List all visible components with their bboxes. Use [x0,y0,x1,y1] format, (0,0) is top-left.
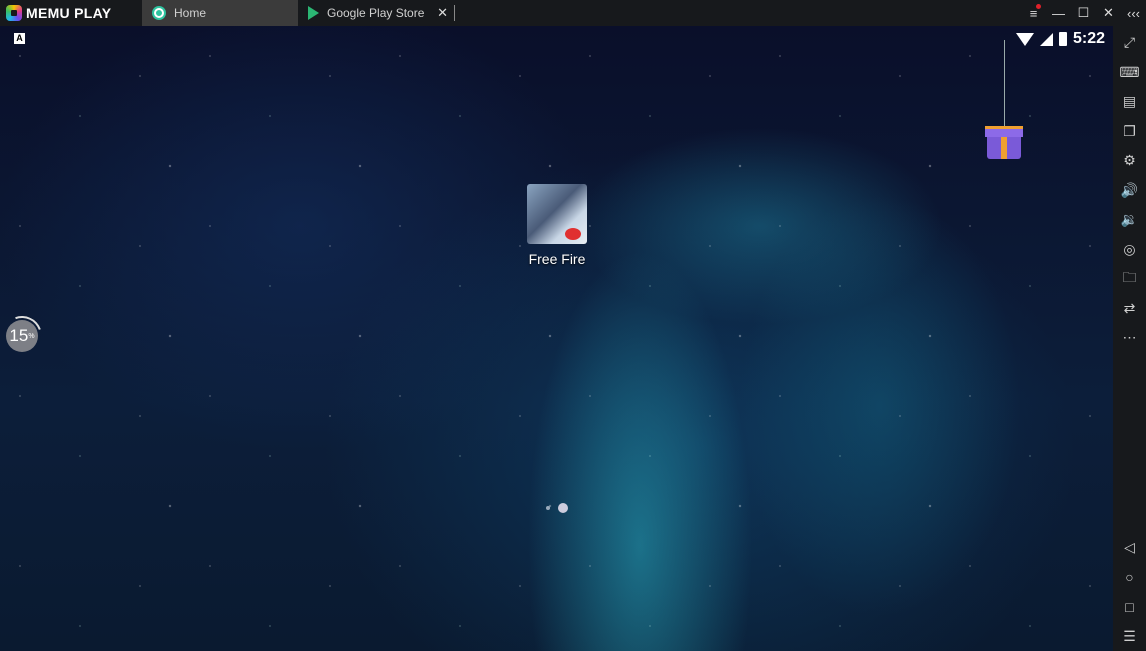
multi-window-icon: ❐ [1123,122,1136,139]
tab-divider [454,5,455,21]
memu-logo: MEMU PLAY [0,5,142,21]
page-dot-active [558,503,568,513]
menu-button[interactable]: ≡ [1021,3,1046,21]
rotate-button[interactable]: ⇄ [1113,294,1146,324]
keyboard-indicator-icon: A [14,33,25,44]
app-free-fire[interactable]: Free Fire [522,184,592,267]
fullscreen-icon: ⤢ [1123,34,1136,51]
collapse-sidebar-button[interactable]: ‹‹‹ [1121,6,1146,21]
folder-icon: 🗀 [1122,268,1137,285]
home-app-icon [152,6,166,20]
signal-icon [1039,32,1053,46]
gift-icon[interactable] [985,126,1023,159]
memu-logo-icon [6,5,22,21]
settings-button[interactable]: ⚙ [1113,146,1146,176]
wallpaper [0,26,1113,651]
home-icon: ○ [1125,569,1134,586]
brand-name: MEMU PLAY [26,5,112,21]
more-icon: ⋯ [1122,329,1137,346]
more-button[interactable]: ⋯ [1113,323,1146,353]
page-dot [546,506,550,510]
tab-label: Google Play Store [327,6,425,20]
maximize-button[interactable]: ☐ [1071,5,1096,21]
fullscreen-button[interactable]: ⤢ [1113,28,1146,58]
rotate-icon: ⇄ [1123,299,1136,316]
close-tab-icon[interactable]: ✕ [437,5,448,21]
folder-button[interactable]: 🗀 [1113,264,1146,294]
battery-icon [1058,32,1067,46]
tab-label: Home [174,6,207,20]
progress-value: 15 [9,326,29,345]
home-button[interactable]: ○ [1113,563,1146,593]
clock: 5:22 [1072,30,1105,47]
multi-window-button[interactable]: ❐ [1113,117,1146,147]
tab-home[interactable]: Home [142,0,298,26]
status-bar: 5:22 [1015,30,1105,48]
recents-button[interactable]: □ [1113,592,1146,622]
gamepad-icon: ▤ [1122,93,1137,110]
title-bar: MEMU PLAY Home Google Play Store ✕ ≡ — ☐… [0,0,1146,26]
tab-google-play-store[interactable]: Google Play Store ✕ [298,0,454,26]
close-button[interactable]: ✕ [1096,5,1121,21]
menu-list-icon: ☰ [1123,627,1136,644]
back-icon: ◁ [1124,539,1135,556]
minimize-button[interactable]: — [1046,6,1071,21]
gamepad-button[interactable]: ▤ [1113,87,1146,117]
volume-up-button[interactable]: 🔊 [1113,176,1146,206]
location-button[interactable]: ◎ [1113,235,1146,265]
menu-list-button[interactable]: ☰ [1113,622,1146,651]
recents-icon: □ [1125,598,1134,615]
volume-down-icon: 🔉 [1120,211,1139,228]
android-nav-buttons: ◁ ○ □ ☰ [1113,533,1146,651]
keyboard-mapping-button[interactable]: ⌨ [1113,58,1146,88]
keyboard-mapping-icon: ⌨ [1119,63,1140,80]
right-toolbar: ⤢ ⌨ ▤ ❐ ⚙ 🔊 🔉 ◎ 🗀 ⇄ ⋯ ◁ ○ □ ☰ [1113,26,1146,651]
gift-string [1004,40,1005,126]
back-button[interactable]: ◁ [1113,533,1146,563]
volume-down-button[interactable]: 🔉 [1113,205,1146,235]
page-indicator [546,503,568,513]
play-store-icon [308,6,319,20]
progress-bubble[interactable]: 15% [6,320,38,352]
notification-dot [1036,3,1041,9]
wifi-icon [1015,32,1034,46]
app-label: Free Fire [528,251,586,267]
android-home-screen: A 5:22 Free Fire 15% [0,26,1113,651]
free-fire-icon [527,184,587,244]
progress-unit: % [28,332,35,340]
location-icon: ◎ [1123,240,1136,257]
settings-icon: ⚙ [1123,152,1136,169]
volume-up-icon: 🔊 [1120,181,1139,198]
